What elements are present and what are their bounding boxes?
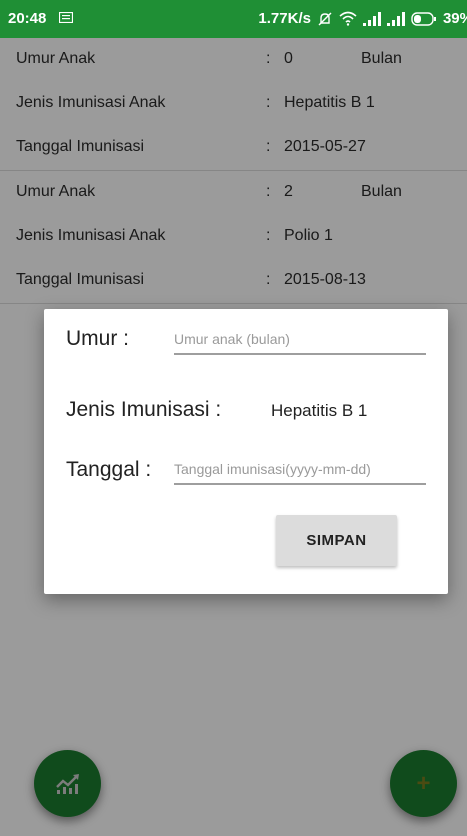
screenshot-notification-icon (59, 12, 73, 23)
battery-icon (411, 11, 436, 26)
status-bar: 20:48 1.77K/s 39 (0, 0, 467, 38)
dialog-type-label: Jenis Imunisasi : (66, 398, 222, 421)
battery-percent: 39% (442, 10, 467, 27)
network-speed: 1.77K/s (258, 10, 311, 27)
immunization-type-spinner[interactable]: Hepatitis B 1 (271, 401, 367, 421)
dialog-date-label: Tanggal : (66, 458, 152, 481)
signal-icon-2 (386, 11, 405, 26)
status-right-group: 1.77K/s 39% (258, 10, 467, 27)
dialog-age-label: Umur : (66, 327, 129, 350)
date-input[interactable] (174, 461, 426, 485)
age-input[interactable] (174, 331, 426, 355)
signal-icon-1 (362, 11, 381, 26)
alarm-off-icon (318, 12, 332, 25)
add-immunization-dialog: Umur : Jenis Imunisasi : Hepatitis B 1 T… (44, 309, 448, 594)
save-button[interactable]: SIMPAN (276, 515, 397, 566)
status-time: 20:48 (8, 10, 47, 27)
wifi-icon (339, 11, 357, 26)
